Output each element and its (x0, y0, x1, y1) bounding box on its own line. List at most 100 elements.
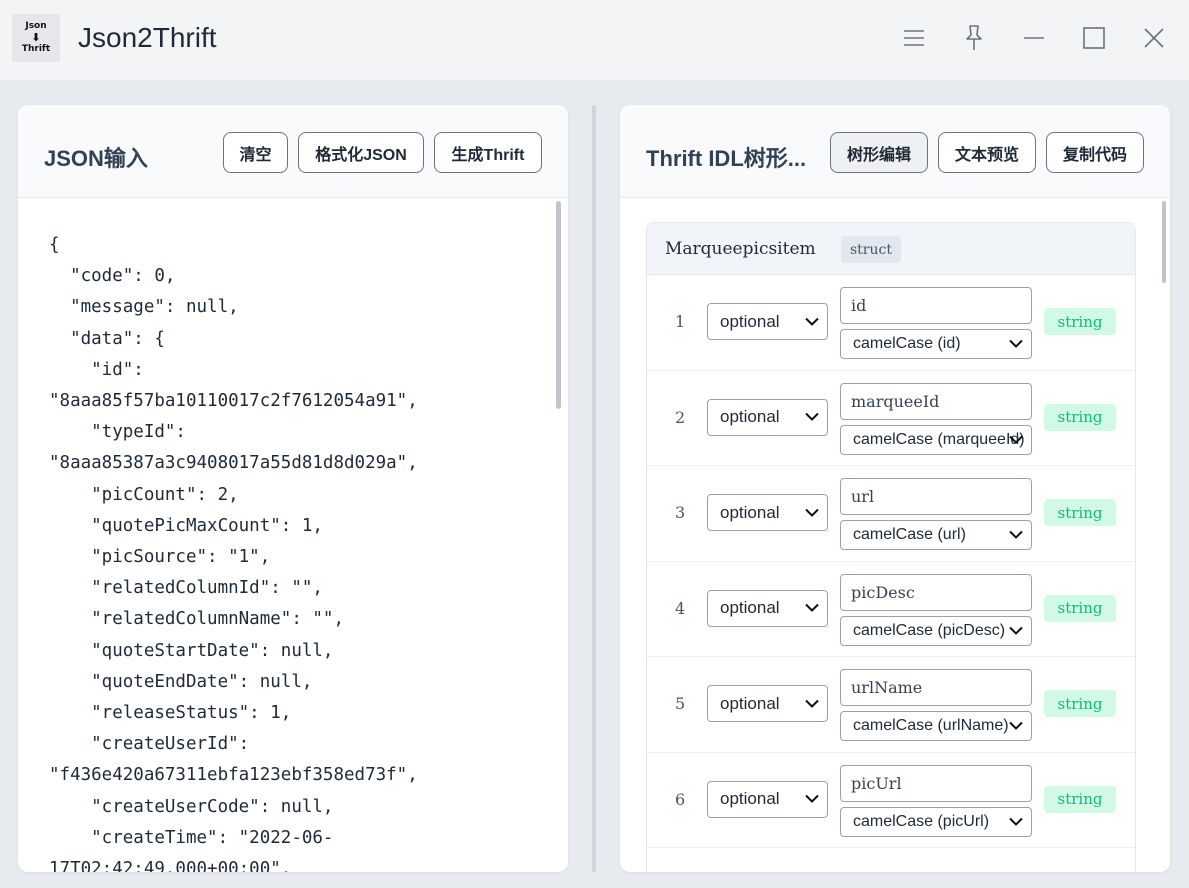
app-title: Json2Thrift (78, 22, 217, 53)
code-line: "quoteEndDate": null, (49, 671, 313, 692)
menu-button[interactable] (896, 20, 932, 56)
field-case-value: camelCase (id) (853, 335, 961, 352)
chevron-down-icon (805, 699, 819, 708)
field-case-select[interactable]: camelCase (picDesc) (840, 615, 1032, 646)
field-modifier-select[interactable]: optional (707, 398, 828, 436)
clear-button[interactable]: 清空 (223, 132, 288, 173)
close-icon (1144, 28, 1164, 48)
field-type-badge: string (1044, 499, 1116, 526)
json-input-panel: JSON输入 清空 格式化JSON 生成Thrift { "code": 0, … (18, 105, 568, 872)
pin-button[interactable] (956, 20, 992, 56)
code-line: { (49, 235, 60, 255)
field-modifier-select[interactable]: optional (707, 494, 828, 531)
struct-kind-badge: struct (841, 236, 901, 263)
field-modifier-select[interactable]: optional (707, 589, 828, 627)
field-number: 1 (675, 312, 686, 331)
field-number: 5 (675, 694, 686, 713)
minimize-icon (1024, 37, 1044, 39)
chevron-down-icon (805, 508, 819, 517)
minimize-button[interactable] (1016, 20, 1052, 56)
chevron-down-icon (1009, 435, 1023, 444)
field-modifier-select[interactable]: optional (707, 685, 828, 722)
field-name-input[interactable]: picUrl (840, 764, 1032, 802)
thrift-panel-header: Thrift IDL树形... 树形编辑 文本预览 复制代码 (620, 105, 1170, 198)
code-line: "code": 0, (49, 266, 176, 287)
field-type-badge: string (1044, 785, 1116, 813)
field-case-select[interactable]: camelCase (urlName) (840, 711, 1032, 741)
code-line: 17T02:42:49.000+00:00", (49, 859, 292, 872)
format-json-button[interactable]: 格式化JSON (298, 132, 424, 173)
thrift-idl-panel: Thrift IDL树形... 树形编辑 文本预览 复制代码 Marqueepi… (620, 105, 1170, 872)
field-name-input[interactable]: url (840, 478, 1032, 515)
field-number: 3 (675, 503, 686, 522)
field-row: 5 optional urlName camelCase (urlName) strin… (647, 657, 1135, 753)
field-case-value: camelCase (picDesc) (853, 621, 1006, 639)
chevron-down-icon (805, 317, 819, 326)
title-bar: Json ⬇ Thrift Json2Thrift (0, 0, 1189, 80)
code-line: "releaseStatus": 1, (49, 703, 292, 724)
code-line: "createUserId": (49, 734, 250, 755)
field-name-input[interactable]: picDesc (840, 573, 1032, 611)
field-name-input[interactable]: id (840, 287, 1032, 324)
code-line: "picSource": "1", (49, 547, 271, 568)
field-name-input[interactable]: marqueeId (840, 382, 1032, 420)
code-line: "id": (49, 359, 144, 380)
field-type-badge: string (1044, 690, 1116, 717)
field-modifier-value: optional (720, 311, 780, 331)
menu-icon (904, 30, 924, 46)
code-line: "createTime": "2022-06- (49, 827, 334, 848)
field-modifier-select[interactable]: optional (707, 780, 828, 818)
maximize-icon (1083, 27, 1105, 49)
chevron-down-icon (1009, 626, 1023, 635)
copy-code-button[interactable]: 复制代码 (1046, 132, 1144, 173)
chevron-down-icon (805, 794, 819, 803)
generate-thrift-button[interactable]: 生成Thrift (434, 132, 542, 173)
chevron-down-icon (805, 412, 819, 421)
field-case-select[interactable]: camelCase (picUrl) (840, 806, 1032, 837)
thrift-scrollbar[interactable] (1162, 201, 1166, 283)
maximize-button[interactable] (1076, 20, 1112, 56)
field-row: 4 optional picDesc camelCase (picDesc) strin… (647, 562, 1135, 657)
field-case-value: camelCase (picUrl) (853, 812, 990, 830)
field-case-value: camelCase (url) (853, 526, 966, 543)
chevron-down-icon (1009, 721, 1023, 730)
json-scrollbar[interactable] (556, 201, 561, 409)
code-line: "createUserCode": null, (49, 796, 334, 817)
panel-resize-handle[interactable] (592, 105, 596, 872)
json-panel-title: JSON输入 (44, 146, 148, 171)
field-modifier-value: optional (720, 789, 780, 808)
code-line: "message": null, (49, 297, 239, 318)
field-row: 2 optional marqueeId camelCase (marqueeId) s… (647, 371, 1135, 466)
field-case-value: camelCase (urlName) (853, 717, 1009, 734)
thrift-panel-title: Thrift IDL树形... (646, 146, 807, 171)
code-line: "quotePicMaxCount": 1, (49, 515, 323, 536)
text-preview-tab[interactable]: 文本预览 (938, 132, 1036, 173)
chevron-down-icon (1009, 339, 1023, 348)
field-modifier-value: optional (720, 407, 780, 426)
close-button[interactable] (1136, 20, 1172, 56)
field-row: 1 optional id camelCase (id) string (647, 275, 1135, 371)
field-row: 6 optional picUrl camelCase (picUrl) string (647, 753, 1135, 848)
json-panel-header: JSON输入 清空 格式化JSON 生成Thrift (18, 105, 568, 198)
field-type-badge: string (1044, 403, 1116, 431)
json-editor[interactable]: { "code": 0, "message": null, "data": { … (49, 230, 418, 872)
field-name-input[interactable]: urlName (840, 669, 1032, 706)
field-case-select[interactable]: camelCase (id) (840, 329, 1032, 359)
field-type-badge: string (1044, 594, 1116, 622)
code-line: "f436e420a67311ebfa123ebf358ed73f", (49, 765, 418, 786)
field-modifier-value: optional (720, 693, 780, 713)
chevron-down-icon (1009, 530, 1023, 539)
field-case-select[interactable]: camelCase (url) (840, 520, 1032, 550)
chevron-down-icon (805, 603, 819, 612)
pin-icon (966, 25, 982, 50)
field-number: 4 (675, 598, 686, 618)
code-line: "typeId": (49, 422, 186, 443)
struct-header: Marqueepicsitem struct (647, 223, 1135, 275)
struct-name: Marqueepicsitem (665, 239, 816, 259)
field-modifier-select[interactable]: optional (707, 303, 828, 340)
code-line: "picCount": 2, (49, 484, 239, 505)
tree-edit-tab[interactable]: 树形编辑 (830, 132, 928, 173)
logo-arrow: ⬇ (31, 31, 41, 44)
field-case-select[interactable]: camelCase (marqueeId) (840, 424, 1032, 455)
struct-card: Marqueepicsitem struct 1 optional id camelC… (646, 222, 1136, 872)
